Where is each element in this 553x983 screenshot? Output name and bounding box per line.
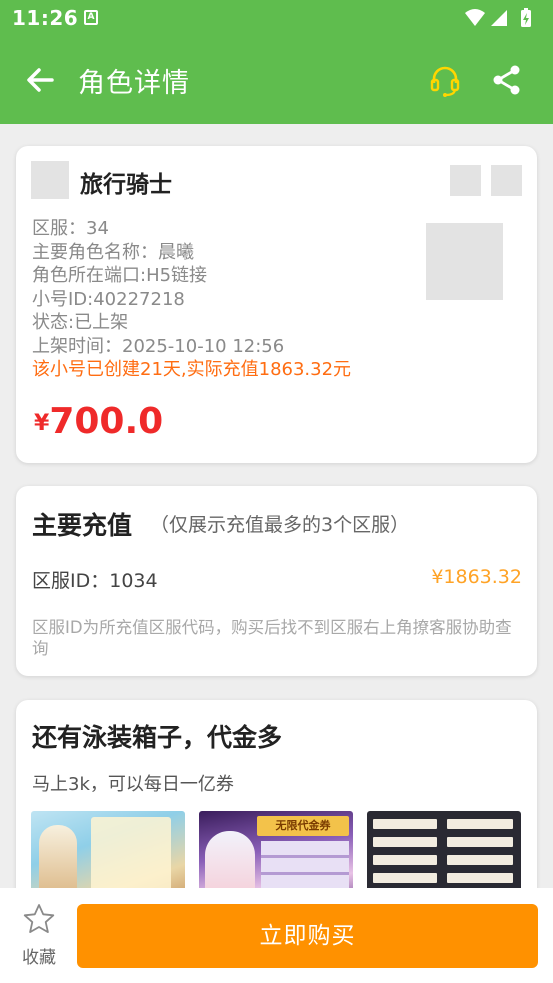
star-icon — [23, 904, 55, 933]
headset-icon[interactable] — [428, 64, 462, 98]
status-time: 11:26 — [12, 6, 79, 30]
recharge-card: 主要充值 （仅展示充值最多的3个区服） 区服ID：1034 ¥1863.32 区… — [16, 486, 537, 676]
recharge-server-id: 区服ID：1034 — [32, 570, 158, 592]
tag-image-placeholder — [450, 165, 481, 196]
recharge-subtitle: （仅展示充值最多的3个区服） — [150, 514, 410, 536]
detail-platform: 角色所在端口:H5链接 — [32, 265, 208, 286]
buy-now-button[interactable]: 立即购买 — [77, 904, 538, 968]
app-bar: 角色详情 — [0, 36, 553, 124]
recharge-highlight: 该小号已创建21天,实际充值1863.32元 — [32, 359, 352, 380]
price-currency: ¥ — [34, 411, 50, 436]
share-icon[interactable] — [491, 64, 523, 96]
wifi-signal-battery-icon — [465, 8, 531, 27]
list-row — [447, 855, 513, 865]
role-thumbnail[interactable] — [426, 223, 503, 300]
favorite-label: 收藏 — [22, 948, 56, 968]
page-title: 角色详情 — [78, 68, 190, 99]
back-arrow-icon[interactable] — [22, 62, 58, 98]
game-name: 旅行骑士 — [80, 172, 172, 198]
tag-image-placeholder — [491, 165, 522, 196]
list-row — [447, 837, 513, 847]
recharge-amount: ¥1863.32 — [431, 566, 522, 588]
listing-details: 区服：34 主要角色名称：晨曦 角色所在端口:H5链接 小号ID:4022721… — [32, 217, 351, 382]
detail-server: 区服：34 — [32, 218, 109, 239]
description-title: 还有泳装箱子，代金多 — [32, 723, 283, 752]
game-avatar — [31, 161, 69, 199]
price: ¥700.0 — [34, 401, 163, 442]
detail-status: 状态:已上架 — [32, 312, 129, 333]
bottom-action-bar: 收藏 立即购买 — [0, 888, 553, 983]
list-row — [447, 873, 513, 883]
notification-icon: A — [84, 10, 98, 25]
list-row — [447, 819, 513, 829]
price-amount: 700.0 — [49, 401, 164, 442]
listing-card: 旅行骑士 区服：34 主要角色名称：晨曦 角色所在端口:H5链接 小号ID:40… — [16, 146, 537, 463]
detail-listed-time: 上架时间：2025-10-10 12:56 — [32, 335, 285, 357]
list-row — [373, 819, 437, 829]
recharge-note: 区服ID为所充值区服代码，购买后找不到区服右上角撩客服协助查询 — [32, 618, 512, 658]
list-row — [373, 855, 437, 865]
list-row — [373, 837, 437, 847]
detail-account-id: 小号ID:40227218 — [32, 288, 185, 310]
system-icons — [463, 7, 543, 33]
list-row — [373, 873, 437, 883]
favorite-button[interactable]: 收藏 — [14, 902, 64, 972]
recharge-title: 主要充值 — [32, 511, 133, 540]
inventory-panel — [91, 817, 171, 897]
detail-role-name: 主要角色名称：晨曦 — [32, 241, 194, 263]
status-bar: 11:26 A — [0, 0, 553, 36]
voucher-banner: 无限代金券 — [257, 816, 349, 836]
description-text: 马上3k，可以每日一亿券 — [32, 774, 234, 795]
